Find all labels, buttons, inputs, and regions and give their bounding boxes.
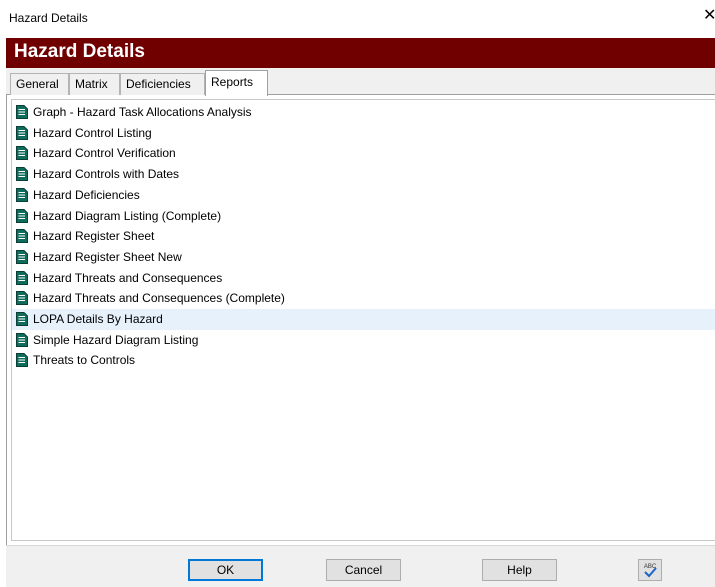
report-item[interactable]: Simple Hazard Diagram Listing — [12, 330, 715, 351]
report-document-icon — [16, 353, 28, 368]
tab-strip: General Matrix Deficiencies Reports — [6, 68, 715, 96]
report-document-icon — [16, 270, 28, 285]
report-document-icon — [16, 332, 28, 347]
report-document-icon — [16, 249, 28, 264]
dialog-footer: OK Cancel Help ABC — [6, 545, 715, 587]
report-document-icon — [16, 291, 28, 306]
report-item[interactable]: LOPA Details By Hazard — [12, 309, 715, 330]
ok-button[interactable]: OK — [188, 559, 263, 581]
spell-check-button[interactable]: ABC — [638, 559, 662, 581]
report-item[interactable]: Graph - Hazard Task Allocations Analysis — [12, 102, 715, 123]
report-document-icon — [16, 125, 28, 140]
report-item-label: Hazard Control Verification — [33, 146, 176, 161]
help-button[interactable]: Help — [482, 559, 557, 581]
tab-label: Matrix — [75, 77, 108, 91]
window-title: Hazard Details — [9, 11, 88, 25]
cancel-button[interactable]: Cancel — [326, 559, 401, 581]
report-item[interactable]: Hazard Register Sheet — [12, 226, 715, 247]
spell-check-icon: ABC — [644, 564, 657, 578]
report-document-icon — [16, 187, 28, 202]
page-title: Hazard Details — [14, 41, 145, 62]
report-item-label: Hazard Diagram Listing (Complete) — [33, 208, 222, 223]
report-item[interactable]: Threats to Controls — [12, 350, 715, 371]
tab-matrix[interactable]: Matrix — [69, 73, 120, 95]
tab-deficiencies[interactable]: Deficiencies — [120, 73, 205, 95]
report-item-label: Hazard Threats and Consequences — [33, 270, 223, 285]
report-document-icon — [16, 312, 28, 326]
window-titlebar: Hazard Details ✕ — [0, 0, 715, 38]
report-item-label: Hazard Register Sheet — [33, 229, 155, 244]
report-item-label: Hazard Register Sheet New — [33, 249, 182, 264]
report-item[interactable]: Hazard Threats and Consequences (Complet… — [12, 288, 715, 309]
report-item[interactable]: Hazard Control Listing — [12, 123, 715, 144]
report-item[interactable]: Hazard Controls with Dates — [12, 164, 715, 185]
report-item[interactable]: Hazard Control Verification — [12, 143, 715, 164]
report-item-label: LOPA Details By Hazard — [33, 312, 163, 326]
report-item-label: Hazard Deficiencies — [33, 187, 140, 202]
report-item-label: Hazard Control Listing — [33, 125, 152, 140]
report-item-label: Graph - Hazard Task Allocations Analysis — [33, 105, 252, 119]
report-item-label: Simple Hazard Diagram Listing — [33, 332, 199, 347]
report-item[interactable]: Hazard Deficiencies — [12, 185, 715, 206]
report-item-label: Threats to Controls — [33, 353, 136, 368]
close-icon[interactable]: ✕ — [703, 8, 715, 24]
tab-general[interactable]: General — [10, 73, 69, 95]
page-banner: Hazard Details — [6, 38, 715, 68]
report-document-icon — [16, 146, 28, 161]
report-document-icon — [16, 167, 28, 182]
reports-panel: Graph - Hazard Task Allocations Analysis… — [6, 95, 715, 545]
report-item-label: Hazard Controls with Dates — [33, 167, 180, 182]
tab-label: General — [16, 77, 59, 91]
report-document-icon — [16, 105, 28, 119]
report-item[interactable]: Hazard Threats and Consequences — [12, 268, 715, 289]
tab-label: Deficiencies — [126, 77, 191, 91]
report-item[interactable]: Hazard Register Sheet New — [12, 247, 715, 268]
report-document-icon — [16, 208, 28, 223]
tab-label: Reports — [211, 75, 254, 89]
report-item[interactable]: Hazard Diagram Listing (Complete) — [12, 206, 715, 227]
tab-reports[interactable]: Reports — [205, 70, 268, 96]
report-document-icon — [16, 229, 28, 244]
report-item-label: Hazard Threats and Consequences (Complet… — [33, 291, 285, 306]
report-list[interactable]: Graph - Hazard Task Allocations Analysis… — [11, 99, 715, 541]
